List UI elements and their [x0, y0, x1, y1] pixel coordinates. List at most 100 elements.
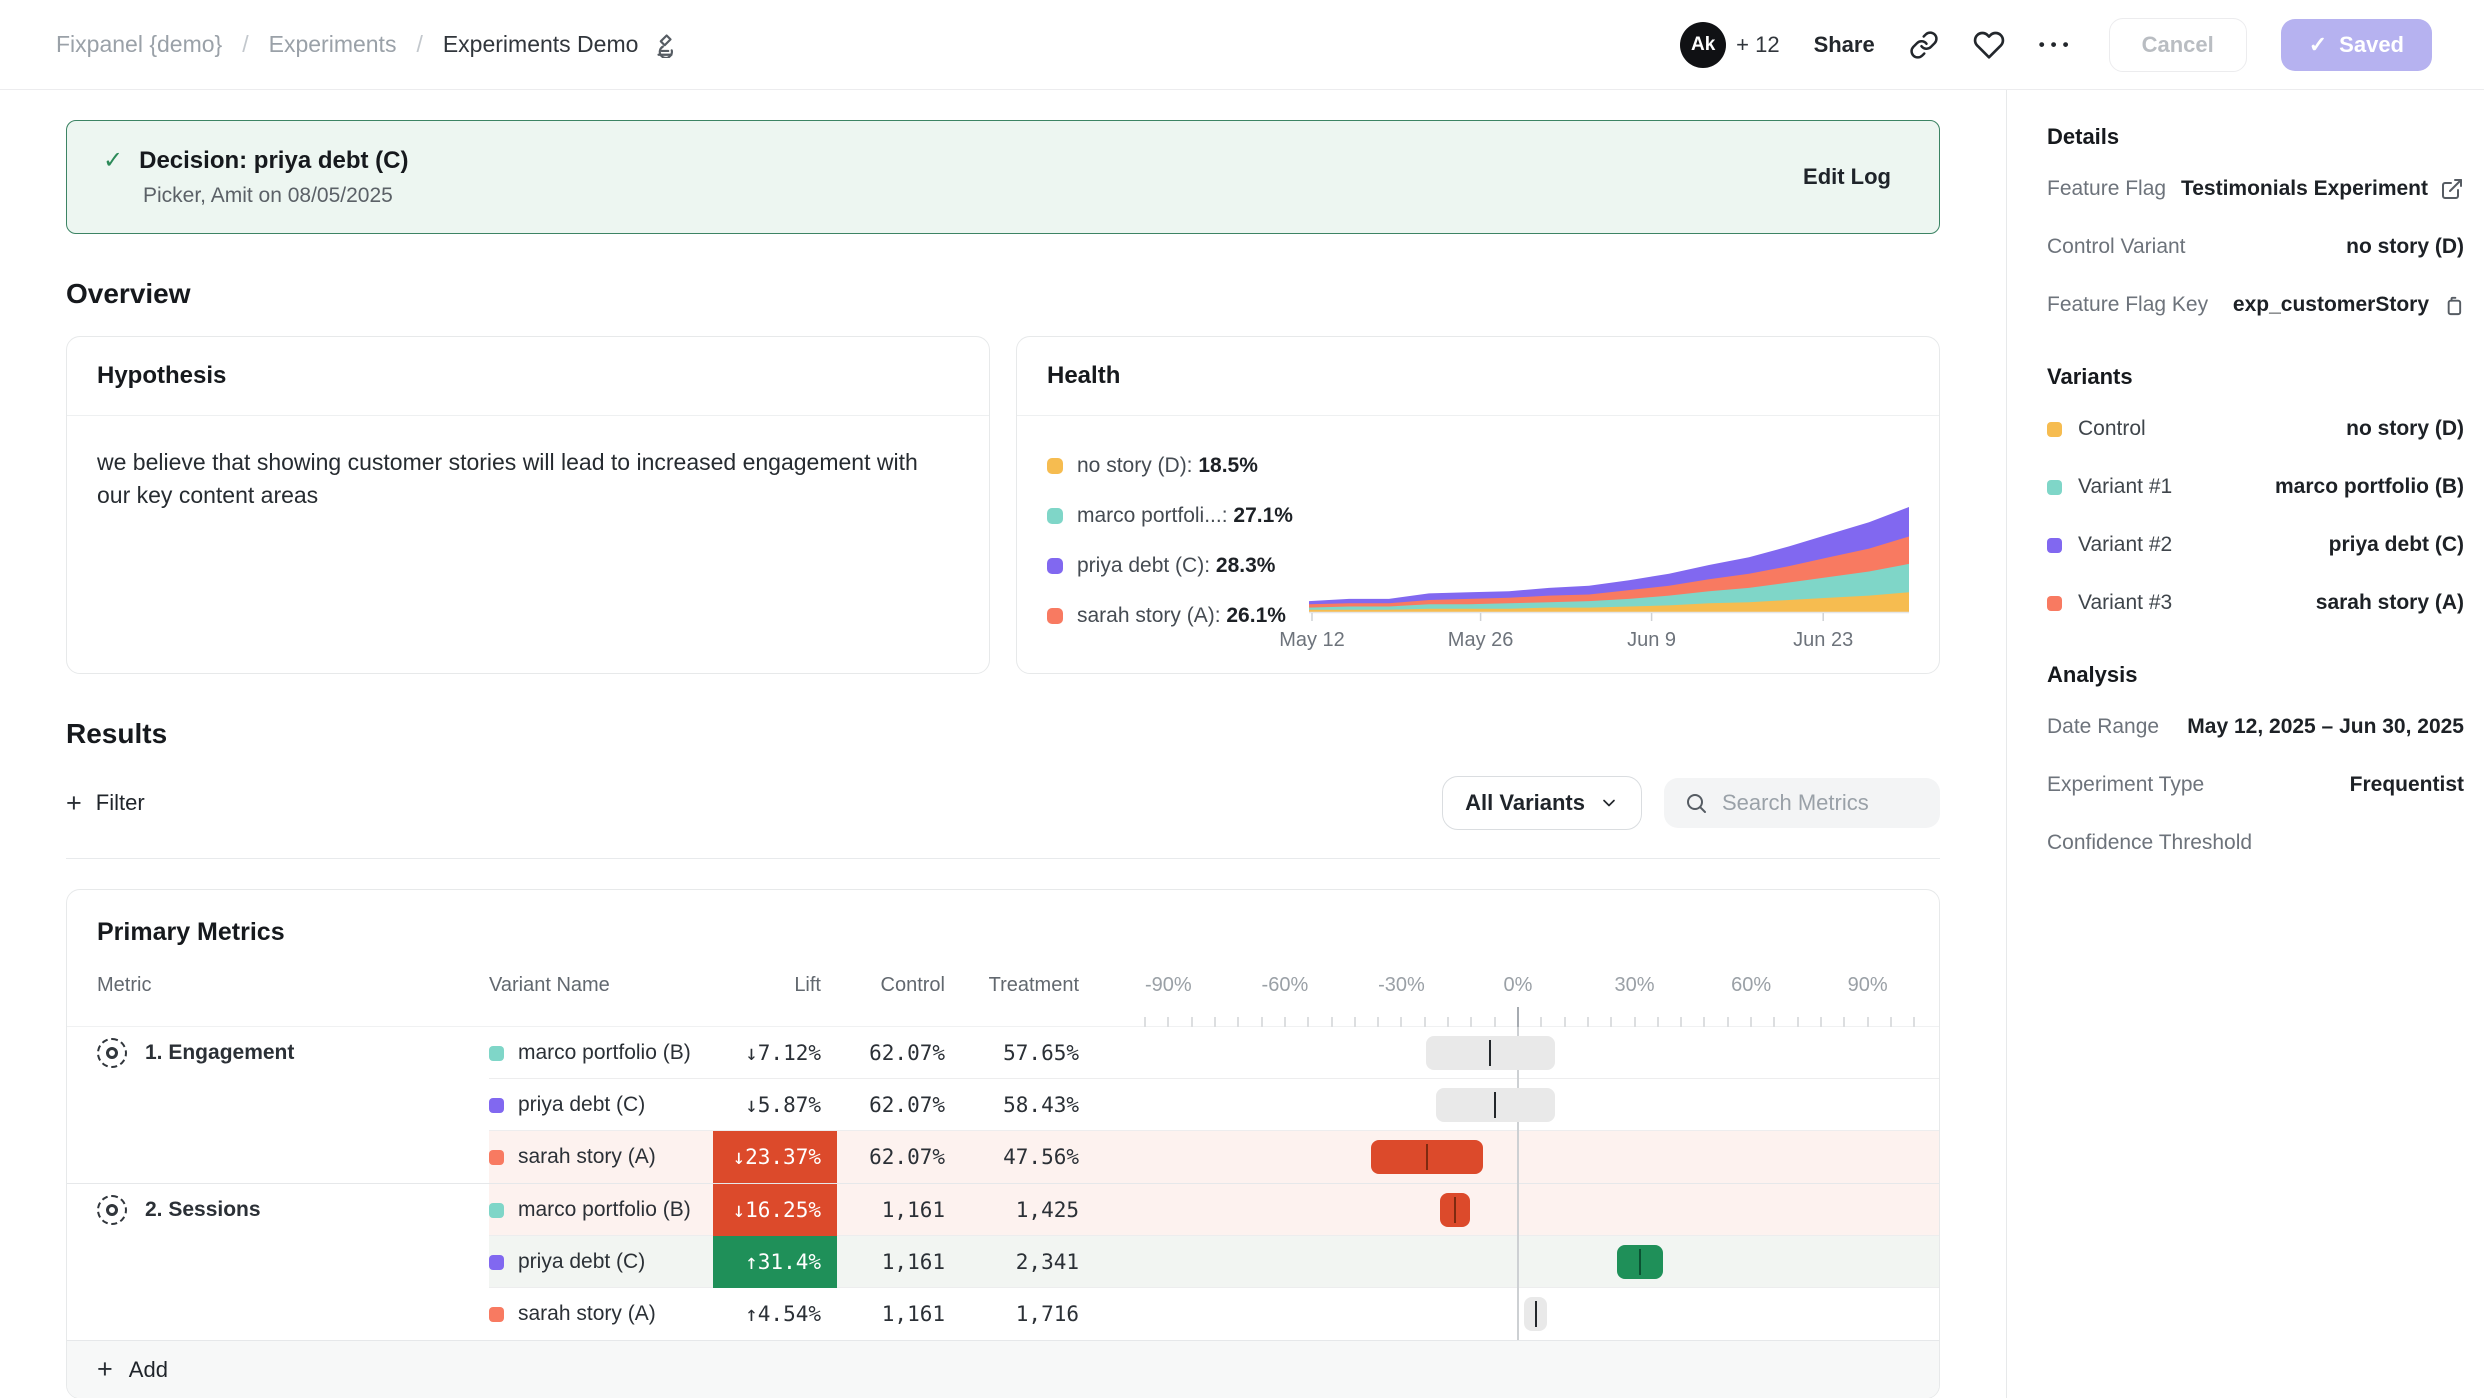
breadcrumb-item[interactable]: Experiments Demo	[443, 31, 639, 57]
chevron-down-icon	[1599, 793, 1619, 813]
sidebar-row-label: Feature Flag	[2047, 177, 2166, 201]
ruler-tick	[1261, 1017, 1263, 1027]
avatar[interactable]: Ak	[1680, 22, 1726, 68]
variant-name: marco portfolio (B)	[518, 1198, 691, 1222]
breadcrumb-item[interactable]: Experiments	[269, 31, 397, 57]
legend-color-swatch	[1047, 508, 1063, 524]
all-variants-dropdown[interactable]: All Variants	[1442, 776, 1642, 830]
hypothesis-title: Hypothesis	[67, 337, 989, 416]
confidence-interval-cell	[1125, 1236, 1939, 1288]
search-metrics-box[interactable]	[1664, 778, 1940, 828]
health-title: Health	[1017, 337, 1939, 416]
legend-color-swatch	[1047, 608, 1063, 624]
edit-log-button[interactable]: Edit Log	[1803, 164, 1891, 190]
variant-row: Controlno story (D)	[2047, 400, 2464, 458]
avatar-overflow-count: + 12	[1736, 32, 1779, 58]
sidebar-row-label: Feature Flag Key	[2047, 293, 2208, 317]
legend-color-swatch	[1047, 558, 1063, 574]
metric-name-cell: 1. Engagement	[67, 1038, 489, 1068]
variant-color-swatch	[489, 1255, 504, 1270]
saved-button[interactable]: ✓ Saved	[2281, 19, 2432, 71]
variant-name: sarah story (A)	[518, 1145, 656, 1169]
sidebar-row: Control Variantno story (D)	[2047, 218, 2464, 276]
ruler-tick	[1494, 1017, 1496, 1027]
confidence-interval-center-tick	[1489, 1040, 1491, 1066]
ruler-tick	[1703, 1017, 1705, 1027]
variant-name-cell: marco portfolio (B)	[489, 1041, 713, 1065]
row-cells: 1. Engagementmarco portfolio (B)↓7.12%62…	[67, 1027, 1939, 1079]
confidence-interval-center-tick	[1454, 1197, 1456, 1223]
axis-tick-label: -30%	[1378, 974, 1425, 997]
variant-name-cell: marco portfolio (B)	[489, 1198, 713, 1222]
ruler-tick	[1610, 1017, 1612, 1027]
table-header-row: Metric Variant Name Lift Control Treatme…	[67, 965, 1939, 1007]
check-icon: ✓	[2309, 32, 2327, 58]
share-button[interactable]: Share	[1814, 32, 1875, 58]
sidebar-row-value: May 12, 2025 – Jun 30, 2025	[2187, 715, 2464, 739]
more-options-icon[interactable]: •••	[2039, 35, 2075, 55]
goal-icon	[97, 1195, 127, 1225]
sidebar-row: Date RangeMay 12, 2025 – Jun 30, 2025	[2047, 698, 2464, 756]
row-cells: sarah story (A)↓23.37%62.07%47.56%	[67, 1131, 1939, 1183]
ruler-tick	[1540, 1017, 1542, 1027]
x-axis-tick-label: May 12	[1279, 629, 1345, 652]
axis-tick-label: 30%	[1615, 974, 1655, 997]
sidebar-row: Experiment TypeFrequentist	[2047, 756, 2464, 814]
breadcrumb-item[interactable]: Fixpanel {demo}	[56, 31, 222, 57]
legend-label: no story (D): 18.5%	[1077, 454, 1258, 478]
decision-title: Decision: priya debt (C)	[139, 147, 408, 175]
variant-color-swatch	[489, 1098, 504, 1113]
axis-tick-label: 90%	[1848, 974, 1888, 997]
confidence-interval-bar	[1436, 1088, 1555, 1122]
plus-icon: +	[97, 1356, 113, 1383]
variant-row-label: Variant #1	[2078, 475, 2172, 499]
results-heading: Results	[66, 718, 1940, 750]
variant-row-value: priya debt (C)	[2329, 533, 2464, 557]
breadcrumb: Fixpanel {demo}/Experiments/Experiments …	[56, 31, 678, 58]
ruler-tick	[1377, 1017, 1379, 1027]
copy-icon[interactable]	[2441, 294, 2464, 317]
variant-name: sarah story (A)	[518, 1302, 656, 1326]
sidebar-row: Feature FlagTestimonials Experiment	[2047, 160, 2464, 218]
variant-color-swatch	[2047, 480, 2062, 495]
variant-row-label: Variant #2	[2078, 533, 2172, 557]
ruler-tick	[1564, 1017, 1566, 1027]
lift-axis-labels: -90%-60%-30%0%30%60%90%	[1125, 967, 1939, 997]
confidence-interval-cell	[1125, 1288, 1939, 1340]
search-metrics-input[interactable]	[1722, 790, 1912, 816]
lift-value-cell: ↓23.37%	[713, 1131, 837, 1183]
variant-row: Variant #1 marco portfolio (B)	[2047, 458, 2464, 516]
health-x-axis-labels: May 12May 26Jun 9Jun 23	[1309, 629, 1909, 659]
add-metric-button[interactable]: + Add	[67, 1340, 1939, 1398]
external-link-icon[interactable]	[2440, 177, 2464, 201]
breadcrumb-separator: /	[242, 31, 248, 57]
variant-color-swatch	[2047, 538, 2062, 553]
variant-row-left: Variant #3	[2047, 591, 2172, 615]
sidebar-row-label: Control Variant	[2047, 235, 2186, 259]
metric-group: 2. Sessionsmarco portfolio (B)↓16.25%1,1…	[67, 1183, 1939, 1340]
row-cells: priya debt (C)↑31.4%1,1612,341	[67, 1236, 1939, 1288]
metrics-table-body: 1. Engagementmarco portfolio (B)↓7.12%62…	[67, 1027, 1939, 1340]
axis-tick-label: 60%	[1731, 974, 1771, 997]
decision-banner: ✓ Decision: priya debt (C) Picker, Amit …	[66, 120, 1940, 234]
favorite-heart-icon[interactable]	[1973, 29, 2005, 61]
lift-value-cell: ↑4.54%	[713, 1288, 837, 1340]
legend-label: priya debt (C): 28.3%	[1077, 554, 1275, 578]
main-content: ✓ Decision: priya debt (C) Picker, Amit …	[0, 90, 2006, 1398]
legend-label: sarah story (A): 26.1%	[1077, 604, 1286, 628]
row-cells: priya debt (C)↓5.87%62.07%58.43%	[67, 1079, 1939, 1131]
confidence-interval-cell	[1125, 1131, 1939, 1183]
lift-value-cell: ↓16.25%	[713, 1184, 837, 1236]
legend-value: 28.3%	[1216, 554, 1276, 577]
variant-row-left: Variant #1	[2047, 475, 2172, 499]
avatar-stack[interactable]: Ak + 12	[1680, 22, 1779, 68]
treatment-value-cell: 2,341	[965, 1250, 1099, 1274]
confidence-interval-bar	[1440, 1193, 1471, 1227]
add-filter-button[interactable]: + Filter	[66, 790, 145, 817]
ruler-tick	[1354, 1017, 1356, 1027]
ruler-tick	[1634, 1017, 1636, 1027]
sidebar-row-label: Experiment Type	[2047, 773, 2204, 797]
variant-row-value: marco portfolio (B)	[2275, 475, 2464, 499]
copy-link-icon[interactable]	[1909, 30, 1939, 60]
cancel-button[interactable]: Cancel	[2109, 18, 2247, 72]
